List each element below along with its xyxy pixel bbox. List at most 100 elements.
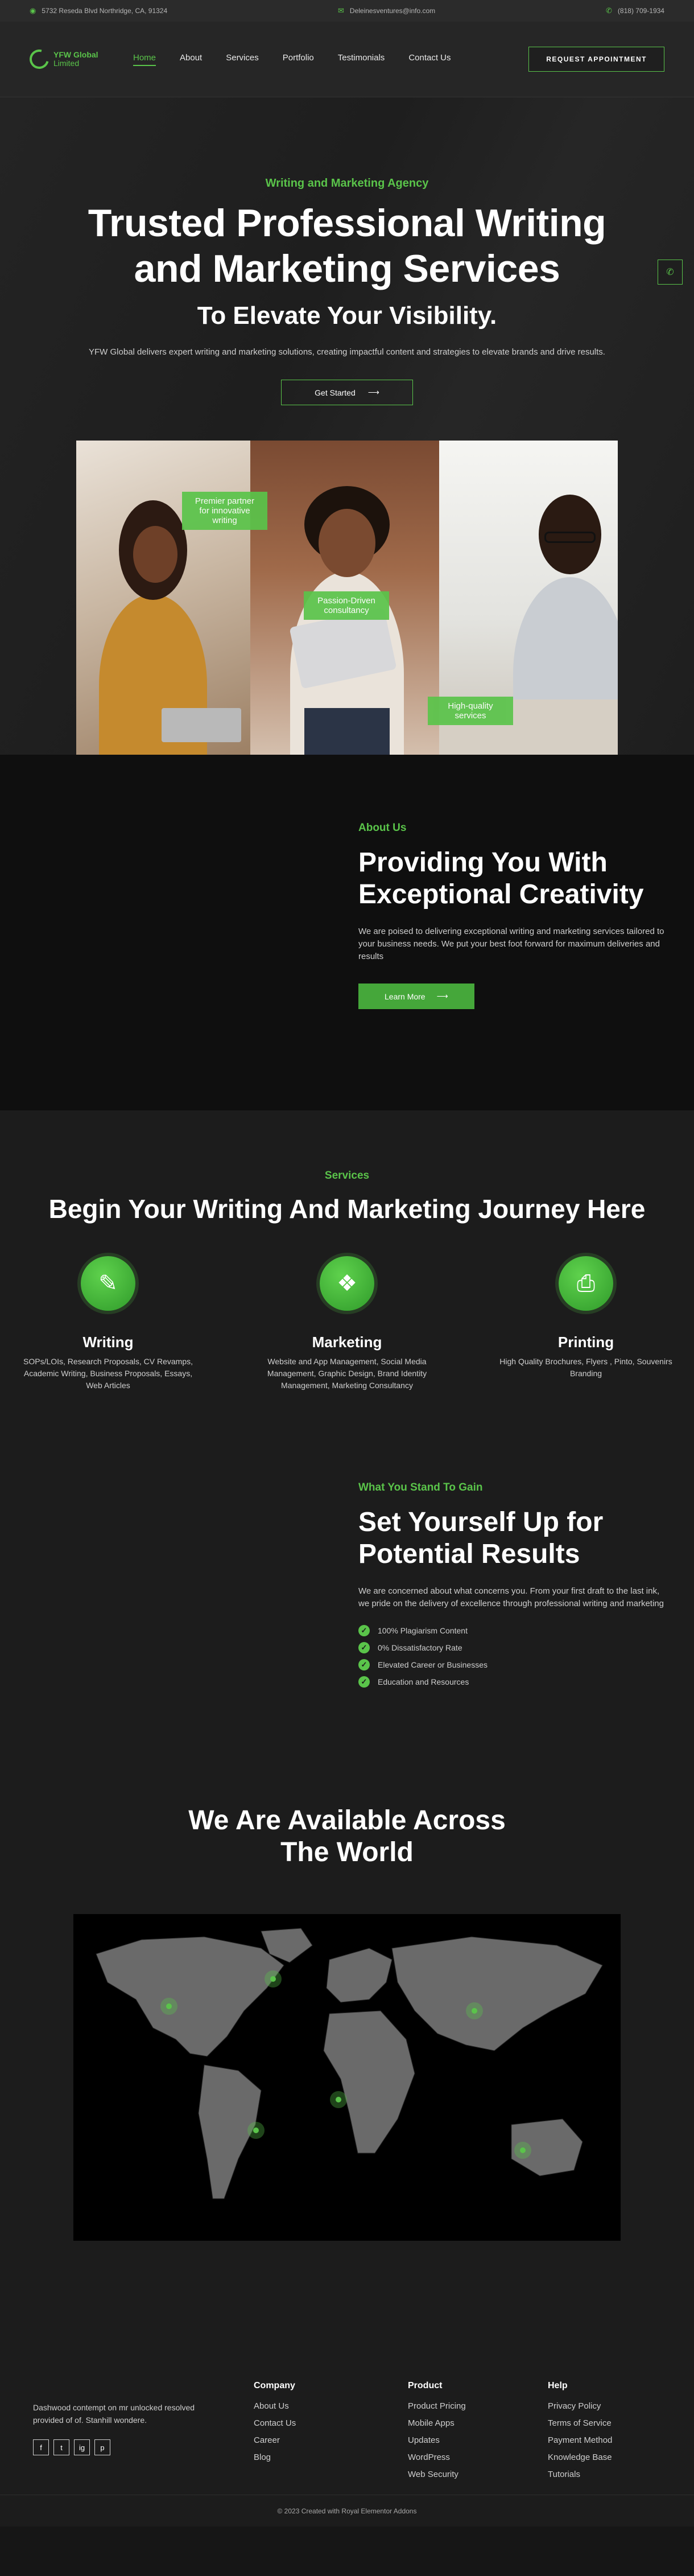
service-card-printing[interactable]: ⎙ Printing High Quality Brochures, Flyer…	[498, 1256, 674, 1392]
footer-column-company: Company About Us Contact Us Career Blog	[254, 2381, 296, 2470]
list-item: ✓ Elevated Career or Businesses	[358, 1659, 694, 1670]
hero-tag-passion-driven: Passion-Driven consultancy	[304, 591, 389, 620]
twitter-icon[interactable]: t	[53, 2439, 69, 2455]
benefit-label: 100% Plagiarism Content	[378, 1626, 468, 1635]
about-title-line1: Providing You With	[358, 847, 608, 878]
jeans	[304, 708, 390, 755]
top-bar: ◉ 5732 Reseda Blvd Northridge, CA, 91324…	[0, 0, 694, 22]
footer-column-title: Product	[408, 2381, 443, 2390]
footer-link[interactable]: Contact Us	[254, 2418, 296, 2428]
service-desc: Website and App Management, Social Media…	[267, 1357, 427, 1390]
benefits-title: Set Yourself Up for Potential Results	[358, 1507, 694, 1570]
nav-contact-us[interactable]: Contact Us	[408, 53, 451, 66]
email-text[interactable]: Deleinesventures@info.com	[350, 7, 435, 15]
arrow-right-icon: ⟶	[367, 388, 379, 397]
footer-link[interactable]: Knowledge Base	[548, 2452, 612, 2462]
phone-text[interactable]: (818) 709-1934	[618, 7, 664, 15]
nav-portfolio[interactable]: Portfolio	[283, 53, 314, 66]
copyright-text: © 2023 Created with Royal Elementor Addo…	[277, 2507, 417, 2515]
world-title-line2: The World	[280, 1837, 414, 1867]
service-name: Printing	[557, 1334, 614, 1351]
footer-link[interactable]: Payment Method	[548, 2435, 612, 2445]
nav-home[interactable]: Home	[133, 53, 156, 66]
check-circle-icon: ✓	[358, 1625, 370, 1636]
nav-about[interactable]: About	[180, 53, 202, 66]
site-footer: Dashwood contempt on mr unlocked resolve…	[0, 2277, 694, 2526]
pen-paper-icon: ✎	[81, 1256, 135, 1311]
footer-link[interactable]: Product Pricing	[408, 2401, 466, 2411]
footer-column-help: Help Privacy Policy Terms of Service Pay…	[548, 2381, 612, 2487]
list-item: ✓ Education and Resources	[358, 1676, 694, 1688]
laptop	[162, 708, 241, 742]
facebook-icon[interactable]: f	[33, 2439, 49, 2455]
get-started-button[interactable]: Get Started ⟶	[281, 380, 413, 405]
hero-image-woman-writing	[76, 441, 250, 755]
about-eyebrow: About Us	[358, 822, 407, 834]
pinterest-icon[interactable]: p	[94, 2439, 110, 2455]
phone-item[interactable]: ✆ (818) 709-1934	[606, 6, 664, 15]
footer-link[interactable]: Privacy Policy	[548, 2401, 612, 2411]
world-title-line1: We Are Available Across	[188, 1805, 506, 1836]
footer-link[interactable]: Blog	[254, 2452, 296, 2462]
phone-fab-button[interactable]: ✆	[658, 260, 683, 285]
logo[interactable]: YFW Global Limited	[26, 46, 115, 73]
services-section: Services Begin Your Writing And Marketin…	[0, 1110, 694, 1446]
logo-mark-icon	[26, 46, 53, 73]
africa-shape	[323, 2010, 415, 2154]
social-links: f t ig p	[33, 2439, 110, 2455]
envelope-icon: ✉	[338, 6, 344, 15]
phone-icon: ✆	[606, 6, 612, 15]
check-circle-icon: ✓	[358, 1659, 370, 1670]
services-list: ✎ Writing SOPs/LOIs, Research Proposals,…	[0, 1256, 694, 1392]
footer-link[interactable]: Web Security	[408, 2470, 466, 2479]
footer-link[interactable]: Career	[254, 2435, 296, 2445]
about-section: About Us Providing You With Exceptional …	[0, 755, 694, 1110]
get-started-label: Get Started	[315, 388, 356, 397]
benefits-list: ✓ 100% Plagiarism Content ✓ 0% Dissatisfac…	[358, 1625, 694, 1688]
benefit-label: Elevated Career or Businesses	[378, 1660, 488, 1669]
glasses	[544, 532, 596, 543]
footer-link[interactable]: WordPress	[408, 2452, 466, 2462]
logo-line1: YFW Global	[53, 50, 98, 59]
nav-testimonials[interactable]: Testimonials	[338, 53, 385, 66]
footer-link[interactable]: Terms of Service	[548, 2418, 612, 2428]
north-america-shape	[96, 1936, 284, 2057]
email-item[interactable]: ✉ Deleinesventures@info.com	[338, 6, 435, 15]
hero-section: Writing and Marketing Agency Trusted Pro…	[0, 97, 694, 755]
footer-column-product: Product Product Pricing Mobile Apps Upda…	[408, 2381, 466, 2487]
list-item: ✓ 100% Plagiarism Content	[358, 1625, 694, 1636]
location-pin-icon: ◉	[30, 6, 36, 15]
benefit-label: 0% Dissatisfactory Rate	[378, 1643, 462, 1652]
request-appointment-button[interactable]: REQUEST APPOINTMENT	[528, 47, 664, 72]
printer-icon: ⎙	[559, 1256, 613, 1311]
service-desc: High Quality Brochures, Flyers , Pinto, …	[499, 1357, 672, 1378]
benefits-section: What You Stand To Gain Set Yourself Up f…	[0, 1446, 694, 1805]
hero-title-line1: Trusted Professional Writing	[88, 201, 606, 245]
footer-link[interactable]: About Us	[254, 2401, 296, 2411]
hero-subtitle: To Elevate Your Visibility.	[197, 302, 497, 330]
service-name: Marketing	[312, 1334, 382, 1351]
hero-eyebrow: Writing and Marketing Agency	[265, 177, 429, 190]
service-name: Writing	[82, 1334, 134, 1351]
person-face	[133, 526, 177, 583]
benefits-title-line2: Potential Results	[358, 1539, 580, 1569]
nav-services[interactable]: Services	[226, 53, 259, 66]
site-header: YFW Global Limited Home About Services P…	[0, 22, 694, 97]
about-title: Providing You With Exceptional Creativit…	[358, 847, 694, 911]
service-card-writing[interactable]: ✎ Writing SOPs/LOIs, Research Proposals,…	[20, 1256, 196, 1392]
address-item: ◉ 5732 Reseda Blvd Northridge, CA, 91324	[30, 6, 167, 15]
person-face	[319, 509, 375, 577]
instagram-icon[interactable]: ig	[74, 2439, 90, 2455]
footer-link[interactable]: Mobile Apps	[408, 2418, 466, 2428]
learn-more-button[interactable]: Learn More ⟶	[358, 984, 474, 1009]
footer-column-title: Help	[548, 2381, 568, 2390]
benefits-description: We are concerned about what concerns you…	[358, 1586, 664, 1608]
footer-link[interactable]: Updates	[408, 2435, 466, 2445]
service-card-marketing[interactable]: ❖ Marketing Website and App Management, …	[259, 1256, 435, 1392]
hero-tag-high-quality: High-quality services	[428, 697, 513, 725]
footer-link[interactable]: Tutorials	[548, 2470, 612, 2479]
hero-description: YFW Global delivers expert writing and m…	[89, 347, 605, 357]
world-map[interactable]	[73, 1914, 621, 2241]
hero-title: Trusted Professional Writing and Marketi…	[0, 200, 694, 291]
service-desc: SOPs/LOIs, Research Proposals, CV Revamp…	[23, 1357, 193, 1390]
